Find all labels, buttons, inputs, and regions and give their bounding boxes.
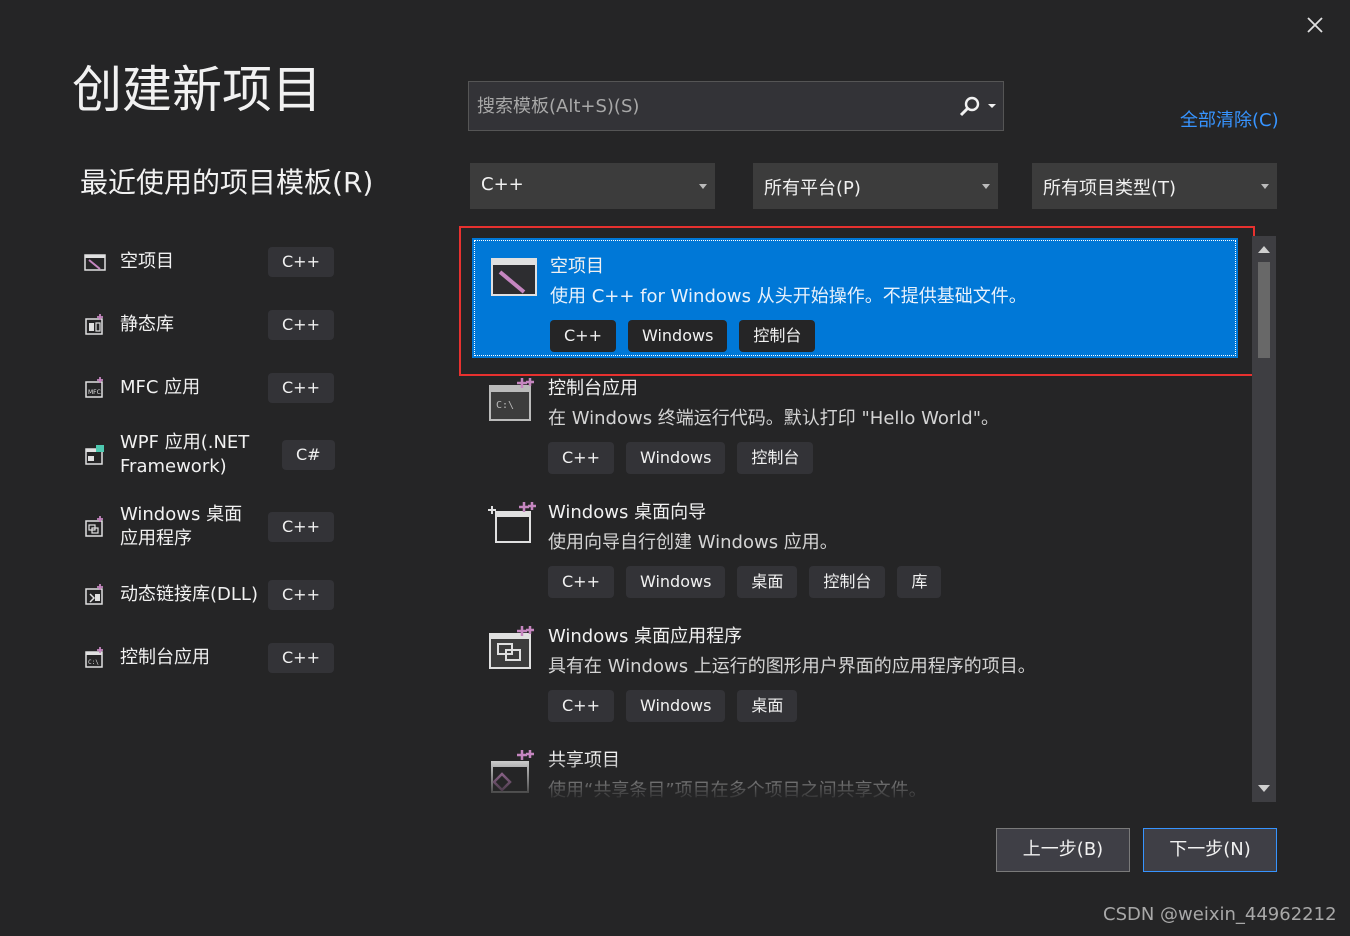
recent-item-wpf-app[interactable]: WPF 应用(.NET Framework) C# xyxy=(80,431,340,479)
project-type-filter[interactable]: 所有项目类型(T) xyxy=(1032,163,1277,209)
scroll-thumb[interactable] xyxy=(1258,262,1270,358)
template-description: 在 Windows 终端运行代码。默认打印 "Hello World"。 xyxy=(548,408,1000,429)
recent-templates-title: 最近使用的项目模板(R) xyxy=(80,166,374,199)
svg-text:MFC: MFC xyxy=(88,389,101,396)
tag: C++ xyxy=(550,320,616,352)
recent-item-tag: C++ xyxy=(268,247,334,277)
template-description: 使用向导自行创建 Windows 应用。 xyxy=(548,532,838,553)
tag: Windows xyxy=(625,442,726,474)
template-name: 控制台应用 xyxy=(548,378,638,399)
template-list-scrollbar[interactable] xyxy=(1252,236,1276,802)
template-shared-project[interactable]: 共享项目 使用“共享条目”项目在多个项目之间共享文件。 xyxy=(470,732,1250,802)
tag: 桌面 xyxy=(737,690,798,722)
recent-item-mfc-app[interactable]: MFC MFC 应用 C++ xyxy=(80,364,340,412)
recent-accel: (R) xyxy=(332,166,374,199)
language-filter-value: C++ xyxy=(481,174,524,195)
recent-item-tag: C++ xyxy=(268,580,334,610)
tag: C++ xyxy=(548,566,614,598)
tag: 控制台 xyxy=(809,566,886,598)
recent-item-label: 控制台应用 xyxy=(120,647,210,668)
recent-item-label: Windows 桌面应用程序 xyxy=(120,504,243,549)
template-windows-desktop-app[interactable]: Windows 桌面应用程序 具有在 Windows 上运行的图形用户界面的应用… xyxy=(470,608,1250,732)
template-tags: C++ Windows 控制台 xyxy=(548,442,814,474)
template-console-app[interactable]: C:\ 控制台应用 在 Windows 终端运行代码。默认打印 "Hello W… xyxy=(470,360,1250,484)
static-library-icon xyxy=(85,314,103,335)
empty-project-icon xyxy=(84,254,106,271)
search-input[interactable] xyxy=(469,82,939,130)
console-app-icon: C:\ xyxy=(489,378,534,421)
recent-item-tag: C++ xyxy=(268,310,334,340)
template-tags: C++ Windows 桌面 控制台 库 xyxy=(548,566,942,598)
template-description: 具有在 Windows 上运行的图形用户界面的应用程序的项目。 xyxy=(548,656,1036,677)
recent-item-tag: C++ xyxy=(268,643,334,673)
tag: C++ xyxy=(548,442,614,474)
desktop-wizard-icon xyxy=(488,502,536,543)
back-button[interactable]: 上一步(B) xyxy=(996,828,1130,872)
chevron-down-icon xyxy=(699,184,707,189)
search-icon[interactable] xyxy=(957,94,983,120)
tag: Windows xyxy=(625,566,726,598)
recent-item-windows-desktop-app[interactable]: Windows 桌面应用程序 C++ xyxy=(80,503,340,551)
chevron-down-icon[interactable] xyxy=(987,102,997,110)
template-name: 共享项目 xyxy=(548,750,620,771)
tag: 控制台 xyxy=(737,442,814,474)
recent-item-dll[interactable]: 动态链接库(DLL) C++ xyxy=(80,571,340,619)
shared-project-icon xyxy=(491,750,534,793)
template-description: 使用 C++ for Windows 从头开始操作。不提供基础文件。 xyxy=(550,286,1027,307)
platform-filter[interactable]: 所有平台(P) xyxy=(753,163,998,209)
language-filter[interactable]: C++ xyxy=(470,163,715,209)
recent-item-label: 动态链接库(DLL) xyxy=(120,584,258,605)
search-box[interactable] xyxy=(468,81,1004,131)
template-tags: C++ Windows 控制台 xyxy=(550,320,816,352)
mfc-app-icon: MFC xyxy=(85,377,103,398)
recent-item-empty-project[interactable]: 空项目 C++ xyxy=(80,238,340,286)
page-title: 创建新项目 xyxy=(72,61,322,119)
recent-item-label: MFC 应用 xyxy=(120,377,201,398)
clear-all-link[interactable]: 全部清除(C) xyxy=(1180,106,1279,132)
chevron-down-icon xyxy=(982,184,990,189)
recent-item-tag: C# xyxy=(282,440,335,470)
template-name: 空项目 xyxy=(550,256,604,277)
template-tags: C++ Windows 桌面 xyxy=(548,690,798,722)
project-type-filter-value: 所有项目类型(T) xyxy=(1043,178,1177,199)
scroll-up-icon[interactable] xyxy=(1257,244,1271,254)
recent-item-console-app[interactable]: C:\ 控制台应用 C++ xyxy=(80,634,340,682)
platform-filter-value: 所有平台(P) xyxy=(764,178,861,199)
tag: Windows xyxy=(625,690,726,722)
template-name: Windows 桌面向导 xyxy=(548,502,707,523)
chevron-down-icon xyxy=(1261,184,1269,189)
template-desktop-wizard[interactable]: Windows 桌面向导 使用向导自行创建 Windows 应用。 C++ Wi… xyxy=(470,484,1250,608)
dll-icon xyxy=(85,584,103,605)
watermark: CSDN @weixin_44962212 xyxy=(1103,904,1337,925)
template-empty-project[interactable]: 空项目 使用 C++ for Windows 从头开始操作。不提供基础文件。 C… xyxy=(472,238,1238,358)
recent-item-label: WPF 应用(.NET Framework) xyxy=(120,432,250,477)
template-description: 使用“共享条目”项目在多个项目之间共享文件。 xyxy=(548,780,927,801)
close-icon xyxy=(1307,17,1323,33)
tag: 控制台 xyxy=(739,320,816,352)
template-name: Windows 桌面应用程序 xyxy=(548,626,743,647)
next-button[interactable]: 下一步(N) xyxy=(1143,828,1277,872)
recent-item-label: 静态库 xyxy=(120,314,174,335)
template-list[interactable]: 空项目 使用 C++ for Windows 从头开始操作。不提供基础文件。 C… xyxy=(470,236,1250,802)
tag: C++ xyxy=(548,690,614,722)
tag: 库 xyxy=(897,566,942,598)
tag: 桌面 xyxy=(737,566,798,598)
windows-desktop-app-icon xyxy=(85,516,103,537)
console-app-icon: C:\ xyxy=(85,647,103,668)
tag: Windows xyxy=(627,320,728,352)
empty-project-icon xyxy=(491,258,537,296)
windows-desktop-app-icon xyxy=(489,626,534,669)
svg-text:C:\: C:\ xyxy=(88,659,99,666)
close-button[interactable] xyxy=(1300,10,1330,40)
recent-item-label: 空项目 xyxy=(120,251,174,272)
recent-item-tag: C++ xyxy=(268,373,334,403)
wpf-app-icon xyxy=(85,445,104,465)
recent-item-static-library[interactable]: 静态库 C++ xyxy=(80,301,340,349)
svg-text:C:\: C:\ xyxy=(496,400,514,411)
recent-item-tag: C++ xyxy=(268,512,334,542)
scroll-down-icon[interactable] xyxy=(1257,784,1271,794)
